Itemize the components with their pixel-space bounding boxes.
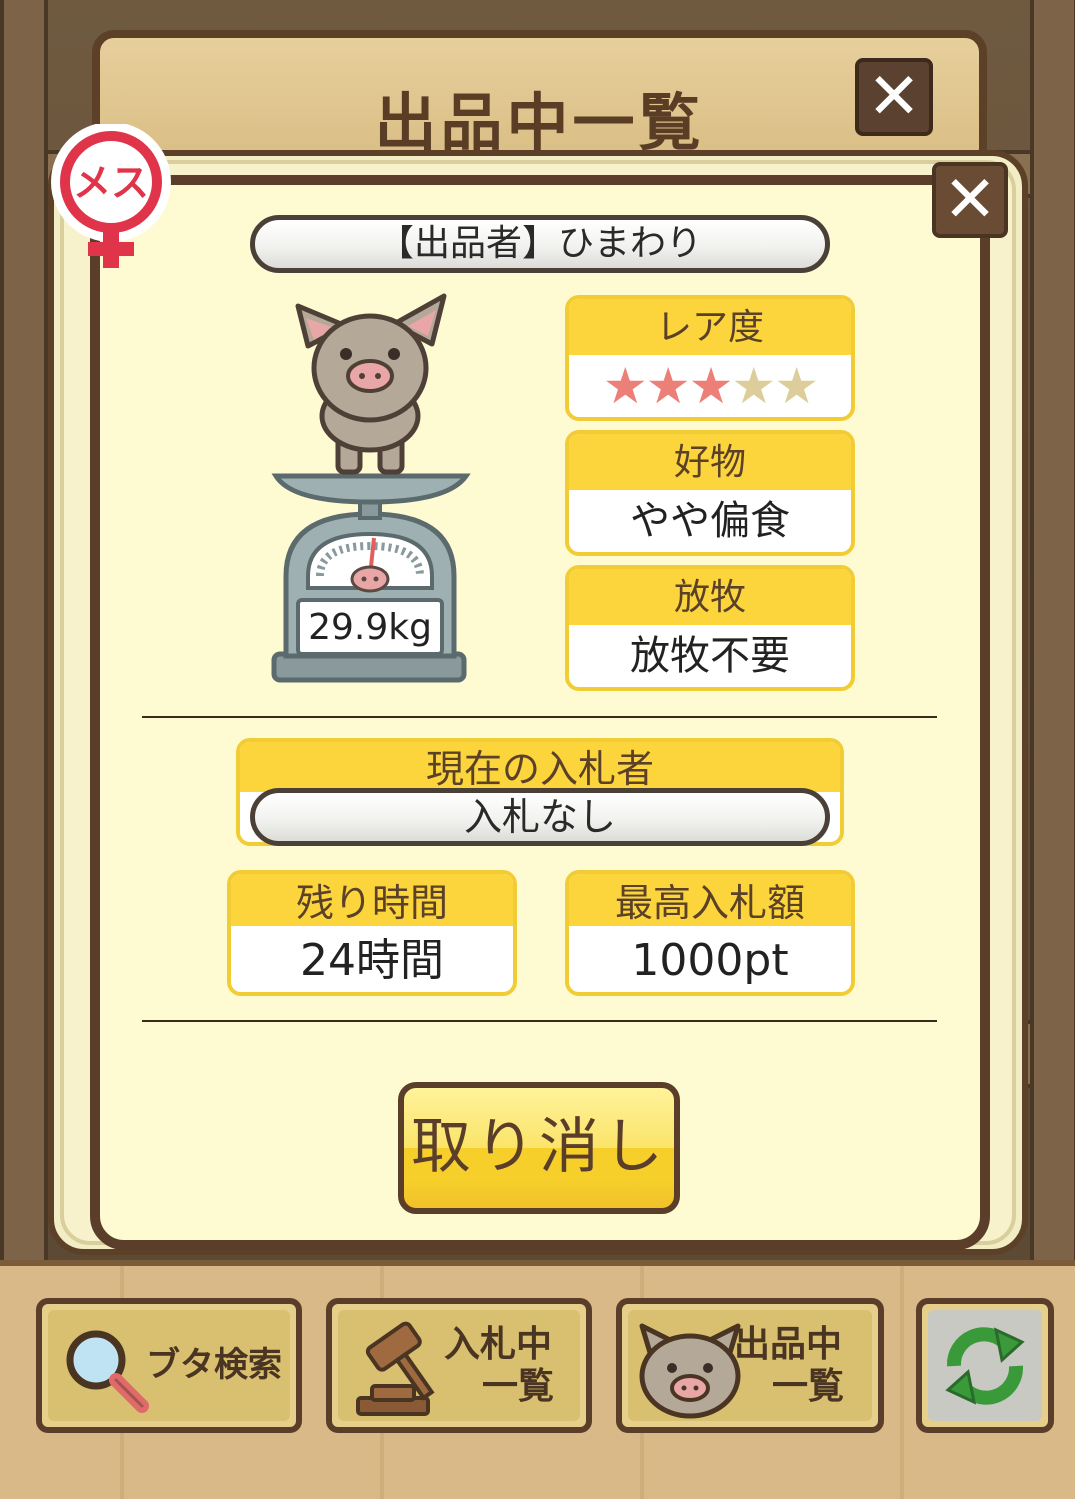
gavel-icon — [356, 1321, 435, 1416]
nav-listed-list-label-1: 出品中 — [734, 1324, 843, 1365]
close-list-button[interactable]: ✕ — [855, 58, 933, 136]
grazing-card: 放牧 放牧不要 — [565, 565, 855, 691]
refresh-icon — [945, 1327, 1025, 1405]
favorite-food-value: やや偏食 — [630, 498, 790, 544]
pig-face-icon — [639, 1323, 741, 1419]
star-empty-icon: ★★ — [731, 357, 819, 415]
max-bid-value: 1000pt — [631, 935, 789, 986]
magnifier-icon — [66, 1330, 149, 1413]
barn-post — [1030, 0, 1075, 1280]
seller-name-bar: 【出品者】ひまわり — [250, 215, 830, 273]
grazing-label: 放牧 — [569, 569, 851, 625]
weight-readout: 29.9kg — [296, 598, 444, 656]
grazing-value: 放牧不要 — [630, 633, 790, 679]
nav-pig-search-label: ブタ検索 — [146, 1345, 282, 1385]
nav-pig-search-button[interactable]: ブタ検索 — [36, 1298, 302, 1433]
page-title: 出品中一覧 — [374, 86, 705, 159]
rarity-stars: ★★★★★ — [569, 355, 851, 417]
nav-bidding-list-label-1: 入札中 — [444, 1324, 553, 1365]
divider — [142, 1020, 937, 1022]
nav-listed-list-button[interactable]: 出品中 一覧 — [616, 1298, 884, 1433]
nav-listed-list-label-2: 一覧 — [772, 1366, 845, 1407]
nav-bidding-list-label-2: 一覧 — [482, 1366, 555, 1407]
close-detail-button[interactable]: ✕ — [932, 162, 1008, 238]
nav-bidding-list-button[interactable]: 入札中 一覧 — [326, 1298, 592, 1433]
time-left-label: 残り時間 — [231, 874, 513, 926]
current-bidder-label: 現在の入札者 — [240, 742, 840, 792]
title-board: 出品中一覧 — [92, 30, 987, 170]
star-filled-icon: ★★★ — [602, 357, 733, 415]
gender-label: メス — [73, 161, 149, 205]
current-bidder-value: 入札なし — [250, 788, 830, 846]
divider — [142, 716, 937, 718]
rarity-card: レア度 ★★★★★ — [565, 295, 855, 421]
rarity-label: レア度 — [569, 299, 851, 355]
female-icon: メス — [51, 124, 171, 268]
favorite-food-label: 好物 — [569, 434, 851, 490]
barn-post — [0, 0, 48, 1280]
refresh-button[interactable] — [916, 1298, 1054, 1433]
cancel-listing-button[interactable]: 取り消し — [398, 1082, 680, 1214]
time-left-card: 残り時間 24時間 — [227, 870, 517, 996]
time-left-value: 24時間 — [300, 935, 444, 986]
max-bid-label: 最高入札額 — [569, 874, 851, 926]
max-bid-card: 最高入札額 1000pt — [565, 870, 855, 996]
favorite-food-card: 好物 やや偏食 — [565, 430, 855, 556]
